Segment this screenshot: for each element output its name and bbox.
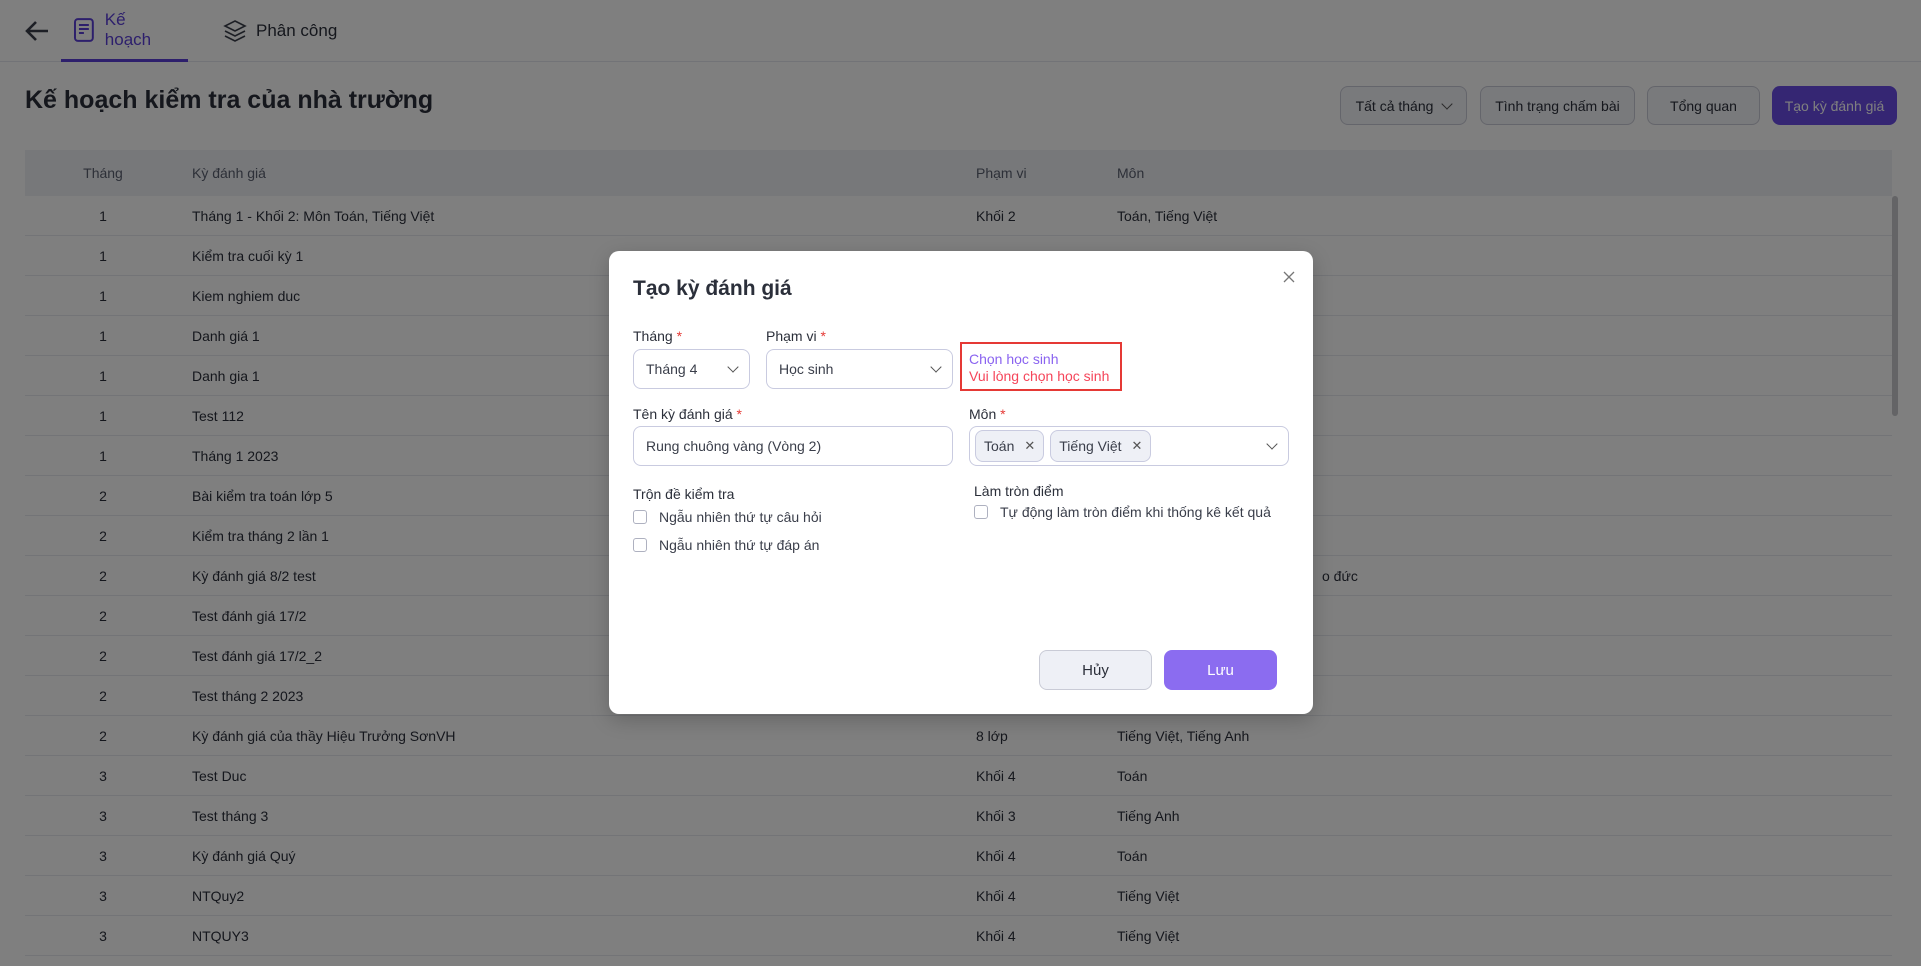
required-mark: *	[820, 328, 826, 344]
close-icon	[1283, 271, 1295, 283]
subject-multiselect[interactable]: Toán ✕ Tiếng Việt ✕	[969, 426, 1289, 466]
save-button[interactable]: Lưu	[1164, 650, 1277, 690]
chevron-down-icon	[1266, 438, 1278, 450]
chevron-down-icon	[930, 361, 942, 373]
month-label-text: Tháng	[633, 328, 673, 344]
assessment-name-input[interactable]: Rung chuông vàng (Vòng 2)	[633, 426, 953, 466]
checkbox[interactable]	[633, 510, 647, 524]
required-mark: *	[676, 328, 683, 344]
create-assessment-modal: Tạo kỳ đánh giá Tháng * Tháng 4 Phạm vi …	[609, 251, 1313, 714]
choose-students-error: Vui lòng chọn học sinh	[969, 368, 1110, 384]
checkbox[interactable]	[974, 505, 988, 519]
checkbox-label: Tự động làm tròn điểm khi thống kê kết q…	[1000, 504, 1271, 520]
close-button[interactable]	[1281, 269, 1297, 285]
scope-label-text: Phạm vi	[766, 328, 817, 344]
shuffle-answers-checkbox[interactable]: Ngẫu nhiên thứ tự đáp án	[633, 537, 819, 553]
month-select[interactable]: Tháng 4	[633, 349, 750, 389]
month-value: Tháng 4	[646, 361, 698, 377]
checkbox-label: Ngẫu nhiên thứ tự câu hỏi	[659, 509, 822, 525]
choose-students-link[interactable]: Chọn học sinh	[969, 351, 1059, 367]
scope-select[interactable]: Học sinh	[766, 349, 953, 389]
subject-label-text: Môn	[969, 406, 997, 422]
modal-title: Tạo kỳ đánh giá	[633, 277, 792, 300]
subject-chip: Toán ✕	[975, 430, 1045, 462]
subject-label: Môn *	[969, 406, 1006, 422]
checkbox-label: Ngẫu nhiên thứ tự đáp án	[659, 537, 820, 553]
remove-chip-icon[interactable]: ✕	[1132, 438, 1143, 454]
month-label: Tháng *	[633, 328, 682, 344]
scope-value: Học sinh	[779, 361, 834, 377]
remove-chip-icon[interactable]: ✕	[1024, 438, 1035, 454]
scope-label: Phạm vi *	[766, 328, 826, 344]
shuffle-questions-checkbox[interactable]: Ngẫu nhiên thứ tự câu hỏi	[633, 509, 822, 525]
required-mark: *	[1000, 406, 1006, 422]
chevron-down-icon	[727, 361, 739, 373]
cancel-button[interactable]: Hủy	[1039, 650, 1152, 690]
auto-round-checkbox[interactable]: Tự động làm tròn điểm khi thống kê kết q…	[974, 504, 1271, 520]
round-label: Làm tròn điểm	[974, 483, 1064, 499]
checkbox[interactable]	[633, 538, 647, 552]
chip-label: Tiếng Việt	[1059, 438, 1122, 454]
subject-chip: Tiếng Việt ✕	[1050, 430, 1152, 462]
required-mark: *	[736, 406, 742, 422]
name-label-text: Tên kỳ đánh giá	[633, 406, 733, 422]
name-value: Rung chuông vàng (Vòng 2)	[646, 438, 822, 454]
chip-label: Toán	[984, 438, 1015, 454]
name-label: Tên kỳ đánh giá *	[633, 406, 742, 422]
shuffle-label: Trộn đề kiểm tra	[633, 486, 735, 502]
